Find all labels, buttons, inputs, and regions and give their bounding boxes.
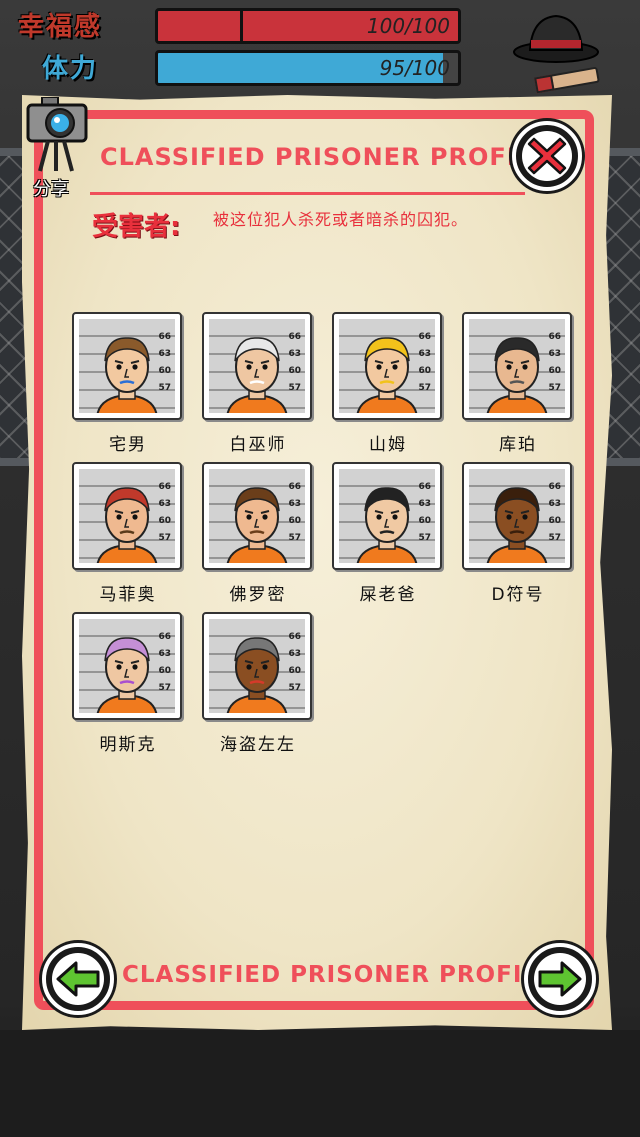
- panel-title: CLASSIFIED PRISONER PROFILE: [100, 143, 551, 171]
- mugshot-backdrop: 66 63 60 57: [339, 319, 435, 413]
- prisoner-mugshot[interactable]: 66 63 60 57: [332, 312, 442, 420]
- prisoner-card[interactable]: 66 63 60 57 明斯克: [72, 612, 184, 762]
- prisoner-card[interactable]: 66 63 60 57 山姆: [332, 312, 444, 462]
- victims-description: 被这位犯人杀死或者暗杀的囚犯。: [213, 210, 469, 229]
- mugshot-backdrop: 66 63 60 57: [79, 469, 175, 563]
- prisoner-card[interactable]: 66 63 60 57 宅男: [72, 312, 184, 462]
- prisoner-mugshot[interactable]: 66 63 60 57: [202, 312, 312, 420]
- next-page-button[interactable]: [524, 943, 596, 1015]
- prisoner-portrait-icon: [356, 487, 418, 563]
- prisoner-card[interactable]: 66 63 60 57 D符号: [462, 462, 574, 612]
- fedora-hat-icon[interactable]: [512, 10, 600, 64]
- victims-label: 受害者:: [92, 212, 181, 242]
- mugshot-backdrop: 66 63 60 57: [469, 319, 565, 413]
- prisoner-portrait-icon: [226, 637, 288, 713]
- prisoner-mugshot[interactable]: 66 63 60 57: [202, 612, 312, 720]
- mugshot-backdrop: 66 63 60 57: [209, 469, 305, 563]
- mugshot-backdrop: 66 63 60 57: [469, 469, 565, 563]
- close-button[interactable]: [512, 121, 582, 191]
- arrow-right-icon: [538, 961, 582, 997]
- prisoner-name: 佛罗密: [229, 585, 287, 605]
- prisoner-mugshot[interactable]: 66 63 60 57: [202, 462, 312, 570]
- prisoner-mugshot[interactable]: 66 63 60 57: [332, 462, 442, 570]
- happiness-value: 100/100: [366, 14, 450, 38]
- prisoner-name: 山姆: [369, 435, 407, 455]
- happiness-bar-divider: [240, 11, 243, 41]
- prisoner-card[interactable]: 66 63 60 57 白巫师: [202, 312, 314, 462]
- prisoner-portrait-icon: [96, 487, 158, 563]
- prisoner-name: 马菲奥: [99, 585, 157, 605]
- prisoner-portrait-icon: [96, 337, 158, 413]
- prisoner-name: 屎老爸: [359, 585, 417, 605]
- prisoner-card[interactable]: 66 63 60 57 佛罗密: [202, 462, 314, 612]
- bottom-background: [0, 1030, 640, 1137]
- mugshot-backdrop: 66 63 60 57: [209, 619, 305, 713]
- prisoner-name: 明斯克: [99, 735, 157, 755]
- prisoner-card[interactable]: 66 63 60 57 马菲奥: [72, 462, 184, 612]
- prisoner-card[interactable]: 66 63 60 57 海盗左左: [202, 612, 314, 762]
- previous-page-button[interactable]: [42, 943, 114, 1015]
- prisoner-card[interactable]: 66 63 60 57 库珀: [462, 312, 574, 462]
- prisoner-name: 库珀: [499, 435, 537, 455]
- close-icon: [527, 137, 567, 175]
- prisoner-mugshot[interactable]: 66 63 60 57: [72, 462, 182, 570]
- mugshot-backdrop: 66 63 60 57: [79, 619, 175, 713]
- mugshot-backdrop: 66 63 60 57: [339, 469, 435, 563]
- arrow-left-icon: [56, 961, 100, 997]
- prisoner-portrait-icon: [356, 337, 418, 413]
- prisoner-card[interactable]: 66 63 60 57 屎老爸: [332, 462, 444, 612]
- footer-title: CLASSIFIED PRISONER PROFILE: [122, 962, 555, 988]
- prisoner-portrait-icon: [226, 337, 288, 413]
- mugshot-backdrop: 66 63 60 57: [79, 319, 175, 413]
- prisoner-portrait-icon: [486, 487, 548, 563]
- prisoner-name: 白巫师: [229, 435, 287, 455]
- share-label[interactable]: 分享: [33, 175, 69, 201]
- prisoner-mugshot[interactable]: 66 63 60 57: [462, 462, 572, 570]
- prisoner-name: 海盗左左: [220, 735, 296, 755]
- prisoner-portrait-icon: [226, 487, 288, 563]
- title-underline: [90, 192, 525, 195]
- mugshot-backdrop: 66 63 60 57: [209, 319, 305, 413]
- stamina-label: 体力: [42, 54, 99, 84]
- prisoner-portrait-icon: [96, 637, 158, 713]
- stamina-value: 95/100: [379, 56, 450, 80]
- prisoner-mugshot[interactable]: 66 63 60 57: [72, 312, 182, 420]
- prisoner-mugshot[interactable]: 66 63 60 57: [462, 312, 572, 420]
- prisoner-name: D符号: [491, 585, 545, 605]
- camera-icon[interactable]: [26, 97, 90, 177]
- prisoner-name: 宅男: [109, 435, 147, 455]
- stamina-bar: 95/100: [155, 50, 461, 86]
- happiness-bar: 100/100: [155, 8, 461, 44]
- prisoner-mugshot[interactable]: 66 63 60 57: [72, 612, 182, 720]
- prisoner-portrait-icon: [486, 337, 548, 413]
- happiness-label: 幸福感: [18, 12, 103, 42]
